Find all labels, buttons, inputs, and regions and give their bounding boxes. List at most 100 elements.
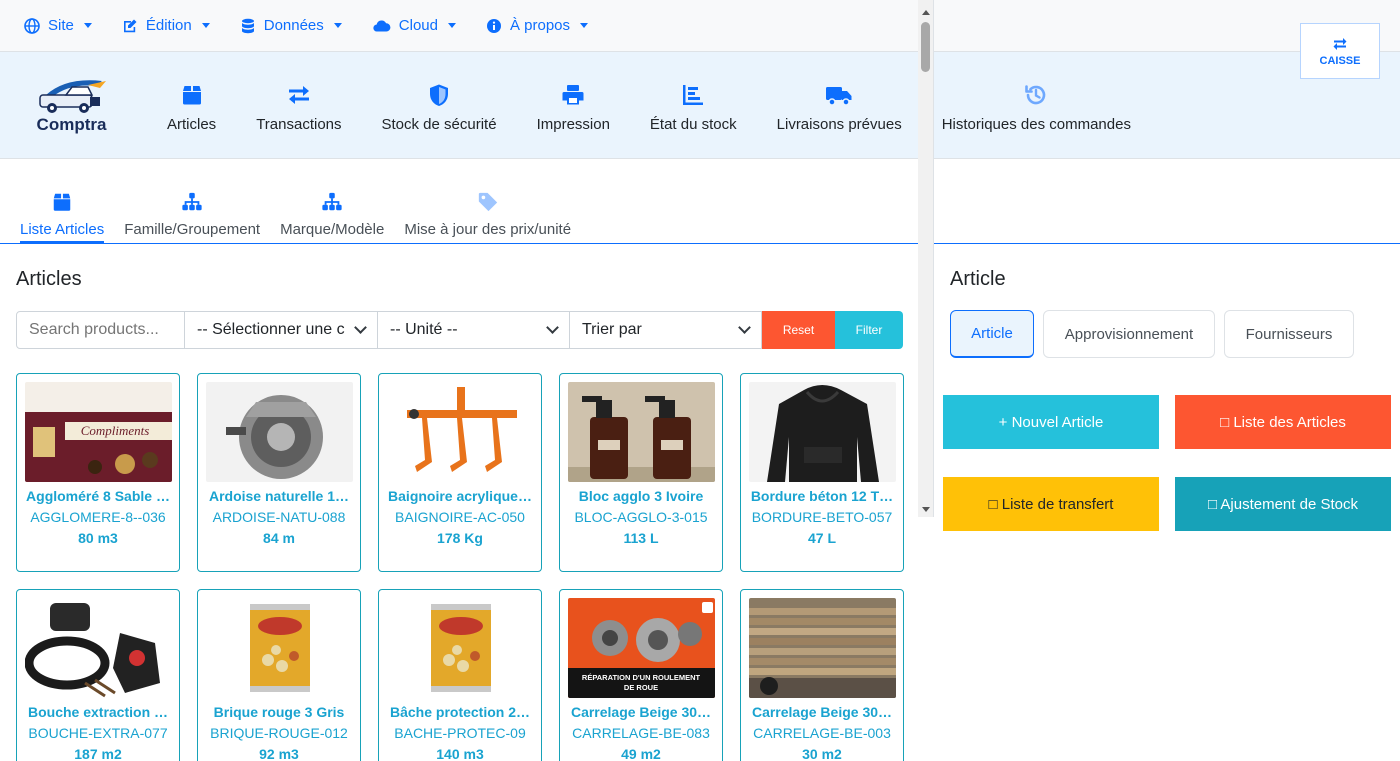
unit-select[interactable]: -- Unité -- (378, 311, 570, 349)
product-image (568, 382, 715, 482)
filter-button[interactable]: Filter (835, 311, 903, 349)
product-card[interactable]: Bâche protection 2… BACHE-PROTEC-09 140 … (378, 589, 542, 761)
exchange-icon (1333, 37, 1347, 50)
module-historiques[interactable]: Historiques des commandes (942, 77, 1131, 133)
module-label: Historiques des commandes (941, 116, 1131, 133)
app-logo[interactable]: Comptra (34, 75, 109, 135)
printer-icon (562, 85, 584, 105)
scroll-up-arrow-icon[interactable] (922, 10, 930, 15)
product-card[interactable]: Brique rouge 3 Gris BRIQUE-ROUGE-012 92 … (197, 589, 361, 761)
product-name: Bordure béton 12 T… (750, 488, 894, 504)
truck-icon (826, 87, 852, 106)
chevron-down-icon (738, 321, 751, 334)
product-code: BRIQUE-ROUGE-012 (210, 725, 348, 741)
chevron-down-icon (201, 23, 210, 28)
product-card[interactable]: Baignoire acrylique… BAIGNOIRE-AC-050 17… (378, 373, 542, 572)
sitemap-icon (322, 192, 342, 211)
menu-a-propos[interactable]: À propos (486, 17, 589, 34)
product-name: Brique rouge 3 Gris (213, 704, 345, 720)
sort-select-value: Trier par (582, 321, 642, 338)
info-icon (486, 18, 501, 33)
product-image (206, 382, 353, 482)
product-card[interactable]: Bouche extraction … BOUCHE-EXTRA-077 187… (16, 589, 180, 761)
box-icon (53, 193, 71, 211)
menu-edition[interactable]: Édition (122, 17, 210, 34)
module-etat-stock[interactable]: État du stock (650, 77, 737, 133)
product-name: Bouche extraction … (27, 704, 169, 720)
reset-button[interactable]: Reset (762, 311, 835, 349)
category-select[interactable]: -- Sélectionner une c (185, 311, 378, 349)
product-grid: Compliments Aggloméré 8 Sable … AGGLOMER… (16, 373, 904, 761)
module-transactions[interactable]: Transactions (256, 77, 342, 133)
article-title: Article (950, 268, 1006, 290)
product-image: RÉPARATION D'UN ROULEMENT DE ROUE (568, 598, 715, 698)
product-qty: 92 m3 (259, 746, 299, 761)
articles-panel: Articles -- Sélectionner une c -- Unité … (0, 244, 918, 761)
product-image (387, 382, 534, 482)
edit-icon (123, 19, 137, 32)
product-name: Baignoire acrylique… (388, 488, 532, 504)
bar-chart-icon (683, 85, 704, 105)
product-image (749, 598, 896, 698)
tab-famille-groupement[interactable]: Famille/Groupement (124, 191, 260, 244)
product-image (387, 598, 534, 698)
sitemap-icon (182, 192, 202, 211)
product-card[interactable]: Bloc agglo 3 Ivoire BLOC-AGGLO-3-015 113… (559, 373, 723, 572)
stock-adjustment-button[interactable]: □ Ajustement de Stock (1175, 477, 1391, 531)
menu-label: Édition (145, 17, 192, 34)
product-image (25, 598, 172, 698)
scrollbar-thumb[interactable] (921, 22, 930, 72)
menu-label: Données (263, 17, 324, 34)
chevron-down-icon (354, 321, 367, 334)
product-code: ARDOISE-NATU-088 (212, 509, 346, 525)
sort-select[interactable]: Trier par (570, 311, 762, 349)
product-image: Compliments (25, 382, 172, 482)
top-menu-bar: Site Édition Données Cloud À propos (0, 0, 1400, 52)
scroll-down-arrow-icon[interactable] (922, 507, 930, 512)
chevron-down-icon (447, 23, 456, 28)
product-image (206, 598, 353, 698)
tab-mise-a-jour-prix[interactable]: Mise à jour des prix/unité (404, 191, 571, 244)
database-icon (241, 18, 254, 33)
filter-bar: -- Sélectionner une c -- Unité -- Trier … (16, 311, 903, 349)
product-code: BAIGNOIRE-AC-050 (395, 509, 525, 525)
menu-cloud[interactable]: Cloud (372, 17, 456, 34)
product-card[interactable]: RÉPARATION D'UN ROULEMENT DE ROUE Carrel… (559, 589, 723, 761)
box-icon (182, 86, 201, 105)
tab-marque-modele[interactable]: Marque/Modèle (280, 191, 384, 244)
tab-label: Famille/Groupement (124, 221, 261, 238)
product-qty: 47 L (807, 530, 836, 546)
module-articles[interactable]: Articles (167, 77, 216, 133)
product-card[interactable]: Bordure béton 12 T… BORDURE-BETO-057 47 … (740, 373, 904, 572)
exchange-icon (288, 86, 309, 104)
module-livraisons[interactable]: Livraisons prévues (777, 77, 902, 133)
menu-donnees[interactable]: Données (240, 17, 342, 34)
product-qty: 187 m2 (74, 746, 122, 761)
product-image (749, 382, 896, 482)
search-input[interactable] (16, 311, 185, 349)
product-card[interactable]: Ardoise naturelle 1… ARDOISE-NATU-088 84… (197, 373, 361, 572)
product-code: BOUCHE-EXTRA-077 (28, 725, 168, 741)
module-stock-securite[interactable]: Stock de sécurité (382, 77, 497, 133)
tab-approvisionnement[interactable]: Approvisionnement (1043, 310, 1215, 358)
product-code: CARRELAGE-BE-003 (753, 725, 891, 741)
product-qty: 84 m (263, 530, 295, 546)
list-articles-button[interactable]: □ Liste des Articles (1175, 395, 1391, 449)
module-impression[interactable]: Impression (537, 77, 610, 133)
new-article-button[interactable]: + Nouvel Article (943, 395, 1159, 449)
chevron-down-icon (546, 321, 559, 334)
svg-text:DE ROUE: DE ROUE (624, 683, 658, 692)
tab-article[interactable]: Article (950, 310, 1034, 358)
scrollbar[interactable] (918, 0, 934, 517)
product-card[interactable]: Carrelage Beige 30… CARRELAGE-BE-003 30 … (740, 589, 904, 761)
product-card[interactable]: Compliments Aggloméré 8 Sable … AGGLOMER… (16, 373, 180, 572)
caisse-button[interactable]: CAISSE (1300, 23, 1380, 79)
module-label: Impression (536, 116, 610, 133)
product-qty: 113 L (623, 530, 659, 546)
transfer-list-button[interactable]: □ Liste de transfert (943, 477, 1159, 531)
menu-site[interactable]: Site (24, 17, 92, 34)
history-icon (1025, 85, 1046, 105)
tab-fournisseurs[interactable]: Fournisseurs (1224, 310, 1354, 358)
tab-liste-articles[interactable]: Liste Articles (20, 191, 105, 244)
image-caption: RÉPARATION D'UN ROULEMENT (582, 673, 701, 682)
